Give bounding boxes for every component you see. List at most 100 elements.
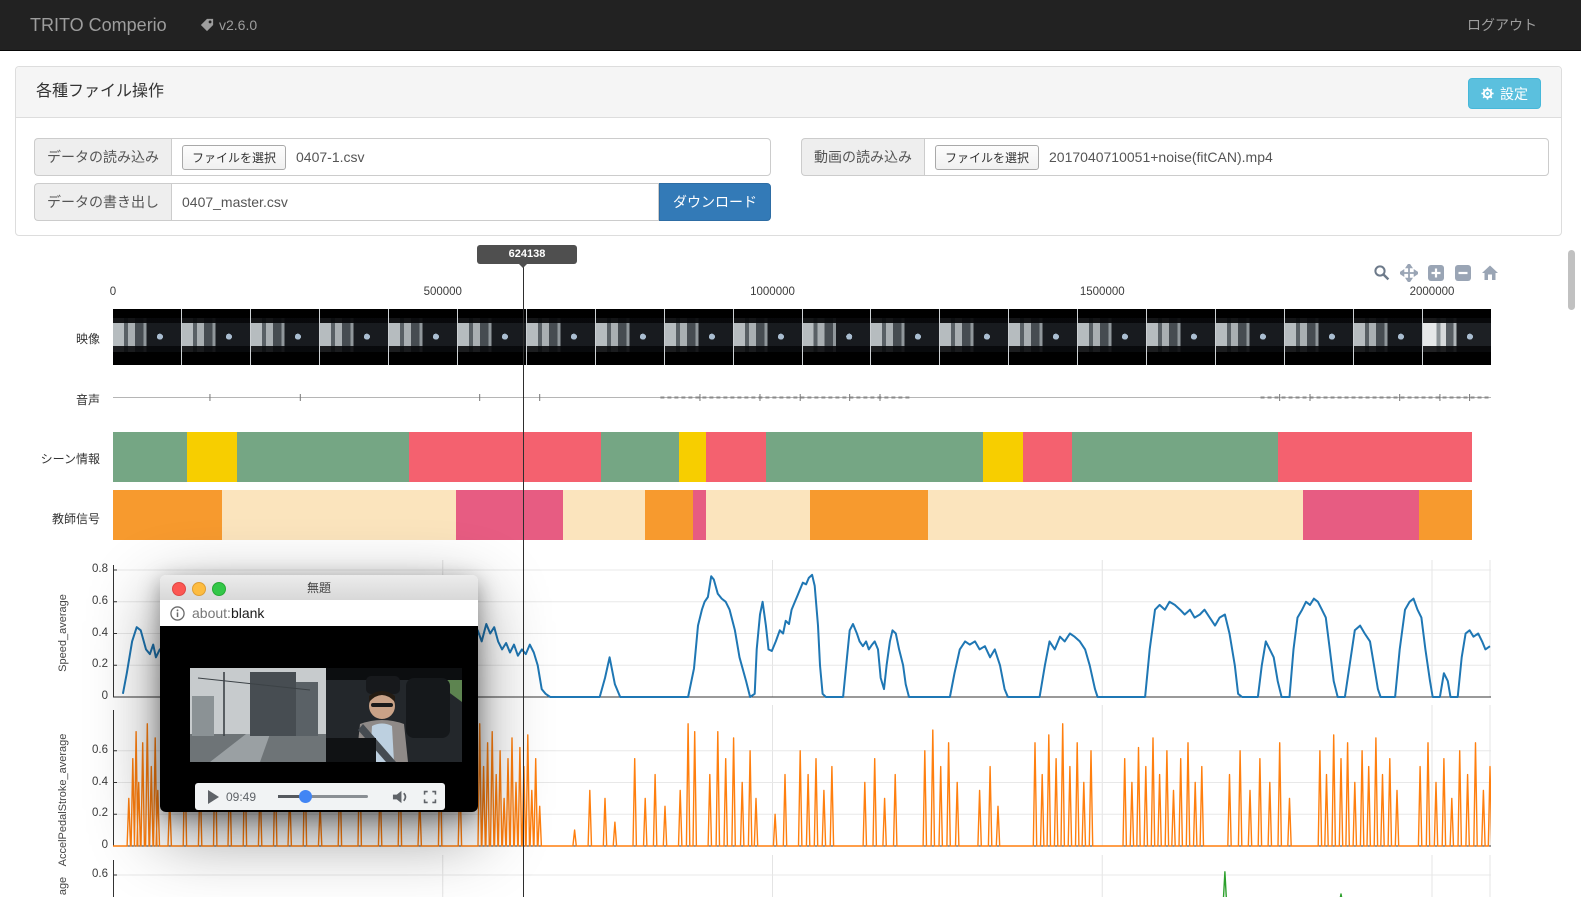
teacher-band-segment-cream — [706, 490, 810, 540]
cursor-line[interactable] — [523, 264, 524, 897]
file-operations-panel: 各種ファイル操作 設定 データの読み込み ファイルを選択 0407-1.csv … — [15, 66, 1562, 236]
row-label-scene: シーン情報 — [0, 450, 100, 467]
video-thumbnail-strip[interactable] — [113, 309, 1491, 365]
scene-info-band[interactable] — [113, 432, 1472, 482]
teacher-signal-band[interactable] — [113, 490, 1472, 540]
video-thumbnail — [1285, 309, 1354, 365]
tag-icon — [200, 18, 214, 32]
teacher-band-segment-pink — [456, 490, 563, 540]
brake-average-chart[interactable] — [113, 855, 1491, 897]
teacher-band-segment-orange — [113, 490, 222, 540]
scene-band-segment-yellow — [679, 432, 706, 482]
video-screen[interactable]: 09:49 — [160, 626, 478, 812]
data-export-group: データの書き出し 0407_master.csv ダウンロード — [34, 183, 771, 221]
y-tick-label: 0.4 — [68, 627, 108, 639]
y-tick-label: 0.8 — [68, 563, 108, 575]
data-export-label: データの書き出し — [34, 183, 171, 221]
y-tick-label: 0.6 — [68, 595, 108, 607]
scene-band-segment-green — [766, 432, 983, 482]
video-thumbnail — [596, 309, 665, 365]
plot-modebar — [1372, 263, 1500, 283]
scene-band-segment-yellow — [187, 432, 237, 482]
y-tick-label: 0.4 — [68, 776, 108, 788]
video-load-group: 動画の読み込み ファイルを選択 2017040710051+noise(fitC… — [801, 138, 1549, 176]
window-title: 無題 — [307, 579, 331, 596]
x-tick-label: 2000000 — [1387, 286, 1477, 298]
logout-link[interactable]: ログアウト — [1467, 0, 1537, 50]
download-button[interactable]: ダウンロード — [659, 183, 771, 221]
row-label-video: 映像 — [0, 330, 100, 347]
video-load-input[interactable]: ファイルを選択 2017040710051+noise(fitCAN).mp4 — [924, 138, 1549, 176]
scene-band-segment-red — [706, 432, 766, 482]
data-load-label: データの読み込み — [34, 138, 171, 176]
video-thumbnail — [389, 309, 458, 365]
video-thumbnail — [320, 309, 389, 365]
window-titlebar[interactable]: 無題 — [160, 575, 478, 601]
settings-button[interactable]: 設定 — [1468, 78, 1541, 109]
video-thumbnail — [251, 309, 320, 365]
scene-band-segment-red — [1278, 432, 1473, 482]
seek-slider[interactable] — [278, 795, 368, 798]
video-thumbnail — [113, 309, 182, 365]
video-thumbnail — [527, 309, 596, 365]
scene-band-segment-red — [409, 432, 601, 482]
y-tick-label: 0.2 — [68, 658, 108, 670]
video-thumbnail — [458, 309, 527, 365]
data-load-group: データの読み込み ファイルを選択 0407-1.csv — [34, 138, 771, 176]
panel-heading: 各種ファイル操作 設定 — [16, 67, 1561, 118]
video-thumbnail — [1078, 309, 1147, 365]
app-brand[interactable]: TRITO Comperio — [30, 0, 167, 50]
y-tick-label: 0.6 — [68, 868, 108, 880]
zoom-in-icon[interactable] — [1426, 263, 1446, 283]
data-load-filename: 0407-1.csv — [296, 149, 364, 165]
video-thumbnail — [182, 309, 251, 365]
panel-title: 各種ファイル操作 — [36, 67, 164, 117]
teacher-band-segment-pink — [1303, 490, 1419, 540]
pan-icon[interactable] — [1399, 263, 1419, 283]
cursor-value-tooltip[interactable]: 624138 — [477, 245, 577, 264]
scene-band-segment-green — [1072, 432, 1278, 482]
x-tick-label: 1000000 — [728, 286, 818, 298]
maximize-icon[interactable] — [212, 582, 226, 596]
home-icon[interactable] — [1480, 263, 1500, 283]
video-thumbnail — [1147, 309, 1216, 365]
navbar: TRITO Comperio v2.6.0 ログアウト — [0, 0, 1581, 51]
info-icon[interactable] — [170, 606, 185, 621]
y-tick-label: 0.6 — [68, 744, 108, 756]
url-bar[interactable]: about:blank — [160, 600, 478, 627]
url-scheme: about: — [192, 605, 231, 621]
video-player-window[interactable]: 無題 about:blank — [160, 575, 478, 812]
volume-icon[interactable] — [392, 790, 409, 804]
scene-band-segment-green — [601, 432, 679, 482]
scene-band-segment-green — [113, 432, 187, 482]
video-controls-bar[interactable]: 09:49 — [195, 783, 445, 810]
x-tick-label: 0 — [68, 286, 158, 298]
fullscreen-icon[interactable] — [423, 790, 437, 804]
data-load-input[interactable]: ファイルを選択 0407-1.csv — [171, 138, 771, 176]
teacher-band-segment-orange — [810, 490, 928, 540]
video-thumbnail — [1354, 309, 1423, 365]
zoom-box-icon[interactable] — [1372, 263, 1392, 283]
teacher-band-segment-cream — [563, 490, 645, 540]
scrollbar-thumb[interactable] — [1568, 250, 1575, 310]
data-export-filename: 0407_master.csv — [182, 194, 288, 210]
y-tick-label: 0 — [68, 690, 108, 702]
y-tick-label: 0.2 — [68, 807, 108, 819]
url-text: blank — [231, 605, 264, 621]
x-tick-label: 1500000 — [1057, 286, 1147, 298]
audio-waveform[interactable] — [113, 378, 1491, 418]
minimize-icon[interactable] — [192, 582, 206, 596]
data-export-filename-input[interactable]: 0407_master.csv — [171, 183, 659, 221]
file-select-button[interactable]: ファイルを選択 — [182, 145, 286, 170]
close-icon[interactable] — [172, 582, 186, 596]
row-label-teacher: 教師信号 — [0, 510, 100, 527]
file-select-button[interactable]: ファイルを選択 — [935, 145, 1039, 170]
zoom-out-icon[interactable] — [1453, 263, 1473, 283]
play-icon[interactable] — [207, 790, 219, 804]
video-thumbnail — [665, 309, 734, 365]
teacher-band-segment-cream — [928, 490, 1303, 540]
video-thumbnail — [803, 309, 872, 365]
video-thumbnail — [1009, 309, 1078, 365]
seek-thumb[interactable] — [299, 790, 312, 803]
video-frame — [190, 668, 462, 762]
